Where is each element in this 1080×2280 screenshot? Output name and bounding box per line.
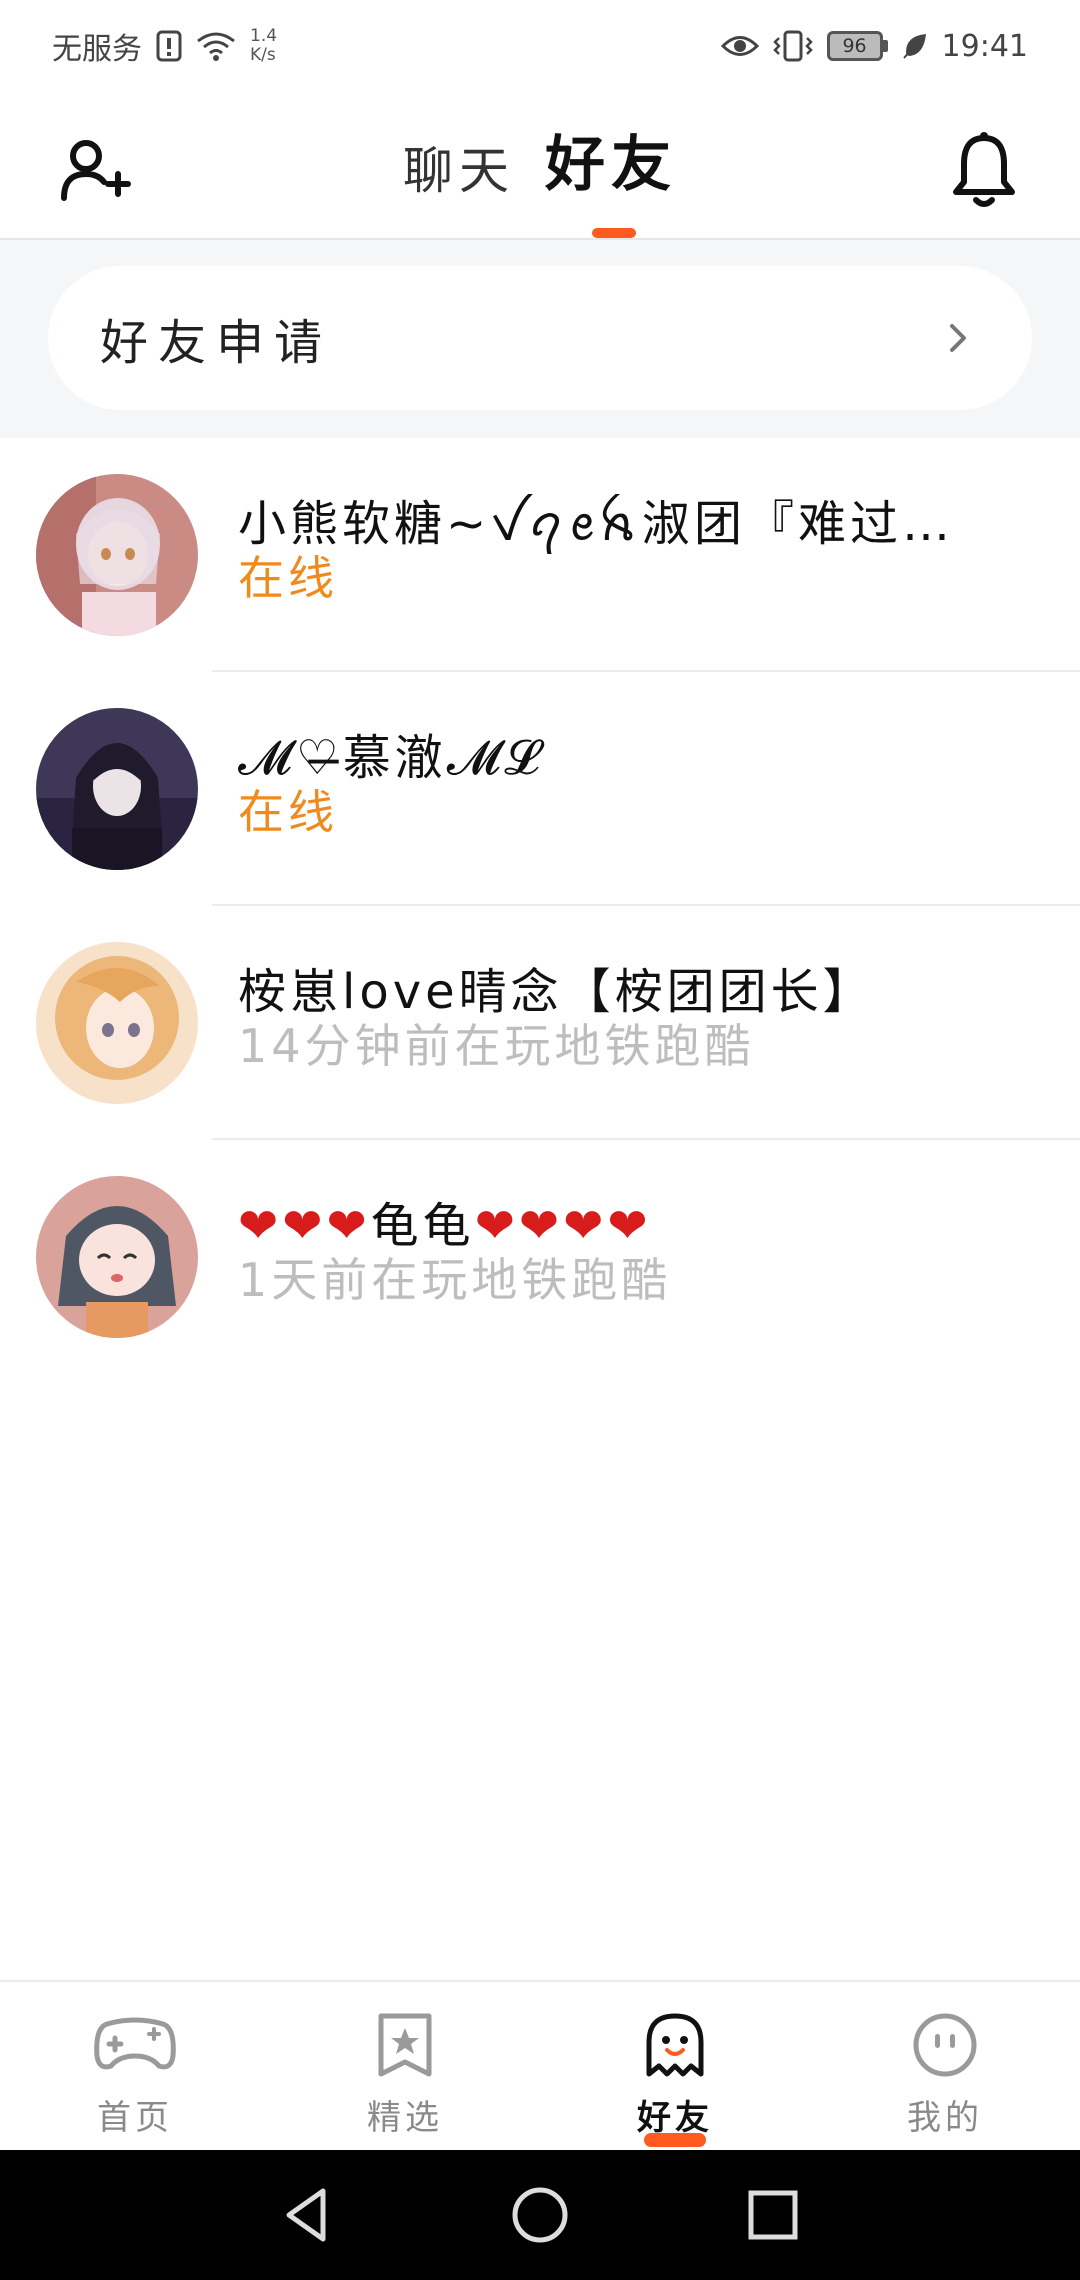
friend-status: 14分钟前在玩地铁跑酷 (238, 1019, 755, 1073)
friend-list: 小熊软糖~ꪜꪖꫀꫝ淑团『难过… 在线 𝓜♡̶慕澈𝓜𝓛 在线 桉崽love晴念【桉… (0, 438, 1080, 1374)
friend-status: 在线 (238, 785, 338, 839)
status-bar: 无服务 1.4 K/s 96 19:41 (0, 0, 1080, 92)
friend-request-label: 好友申请 (100, 315, 333, 371)
ghost-icon (646, 2013, 704, 2077)
active-nav-indicator (644, 2133, 706, 2147)
friend-request-section: 好友申请 (0, 240, 1080, 438)
alert-sim-icon (156, 30, 182, 62)
bell-icon (953, 132, 1015, 207)
nav-label-friends: 好友 (637, 2098, 713, 2138)
recents-square-icon[interactable] (741, 2183, 805, 2247)
vibrate-icon (772, 30, 813, 62)
carrier-text: 无服务 (52, 32, 142, 67)
friend-info: 𝓜♡̶慕澈𝓜𝓛 在线 (238, 728, 1010, 840)
star-bookmark-icon (378, 2013, 432, 2077)
friend-status: 在线 (238, 551, 338, 605)
avatar-image (36, 474, 198, 636)
friend-row[interactable]: 小熊软糖~ꪜꪖꫀꫝ淑团『难过… 在线 (0, 438, 1080, 672)
smiley-icon (913, 2013, 977, 2077)
friend-info: 小熊软糖~ꪜꪖꫀꫝ淑团『难过… 在线 (238, 494, 1010, 606)
nav-item-me[interactable]: 我的 (810, 1982, 1080, 2150)
nav-item-friends[interactable]: 好友 (540, 1982, 810, 2150)
battery-level: 96 (826, 31, 883, 61)
back-triangle-icon[interactable] (275, 2183, 339, 2247)
gamepad-icon (94, 2017, 176, 2070)
clock-time: 19:41 (941, 28, 1028, 64)
notifications-button[interactable] (946, 130, 1022, 210)
battery-tip (882, 40, 888, 52)
net-speed-value: 1.4 (250, 26, 278, 46)
status-left: 无服务 1.4 K/s (52, 24, 277, 68)
friend-name: ❤❤❤龟龟❤❤❤❤ (238, 1198, 652, 1254)
avatar-image (36, 942, 198, 1104)
top-header: 聊天 好友 (0, 92, 1080, 240)
friend-row[interactable]: 𝓜♡̶慕澈𝓜𝓛 在线 (0, 672, 1080, 906)
friend-name: 𝓜♡̶慕澈𝓜𝓛 (238, 730, 544, 786)
net-speed-unit: K/s (250, 45, 276, 65)
battery-indicator: 96 (826, 31, 888, 61)
avatar[interactable] (36, 474, 198, 636)
avatar[interactable] (36, 942, 198, 1104)
status-right: 96 19:41 (720, 28, 1028, 64)
avatar-image (36, 1176, 198, 1338)
friend-info: ❤❤❤龟龟❤❤❤❤ 1天前在玩地铁跑酷 (238, 1196, 1010, 1308)
friend-row[interactable]: ❤❤❤龟龟❤❤❤❤ 1天前在玩地铁跑酷 (0, 1140, 1080, 1374)
avatar-image (36, 708, 198, 870)
nav-label-me: 我的 (907, 2098, 983, 2138)
nav-label-featured: 精选 (367, 2098, 443, 2138)
friend-status: 1天前在玩地铁跑酷 (238, 1253, 672, 1307)
friend-name: 桉崽love晴念【桉团团长】 (238, 964, 875, 1020)
top-tabs: 聊天 好友 (0, 116, 1080, 203)
home-circle-icon[interactable] (508, 2183, 572, 2247)
tab-chat[interactable]: 聊天 (403, 131, 515, 203)
nav-item-home[interactable]: 首页 (0, 1982, 270, 2150)
friend-row[interactable]: 桉崽love晴念【桉团团长】 14分钟前在玩地铁跑酷 (0, 906, 1080, 1140)
wifi-icon (197, 32, 235, 61)
leaf-icon (902, 34, 926, 59)
system-navigation-bar (0, 2150, 1080, 2280)
avatar[interactable] (36, 1176, 198, 1338)
tab-friends[interactable]: 好友 (545, 116, 677, 203)
avatar[interactable] (36, 708, 198, 870)
nav-item-featured[interactable]: 精选 (270, 1982, 540, 2150)
chevron-right-icon (950, 324, 966, 352)
friend-info: 桉崽love晴念【桉团团长】 14分钟前在玩地铁跑酷 (238, 962, 1010, 1074)
friend-request-button[interactable]: 好友申请 (48, 266, 1032, 410)
bottom-nav: 首页 精选 好友 我的 (0, 1980, 1080, 2150)
net-speed: 1.4 K/s (250, 27, 277, 65)
nav-label-home: 首页 (97, 2098, 173, 2138)
active-tab-indicator (592, 228, 636, 238)
friend-name: 小熊软糖~ꪜꪖꫀꫝ淑团『难过… (238, 496, 954, 552)
eye-icon (720, 36, 759, 56)
